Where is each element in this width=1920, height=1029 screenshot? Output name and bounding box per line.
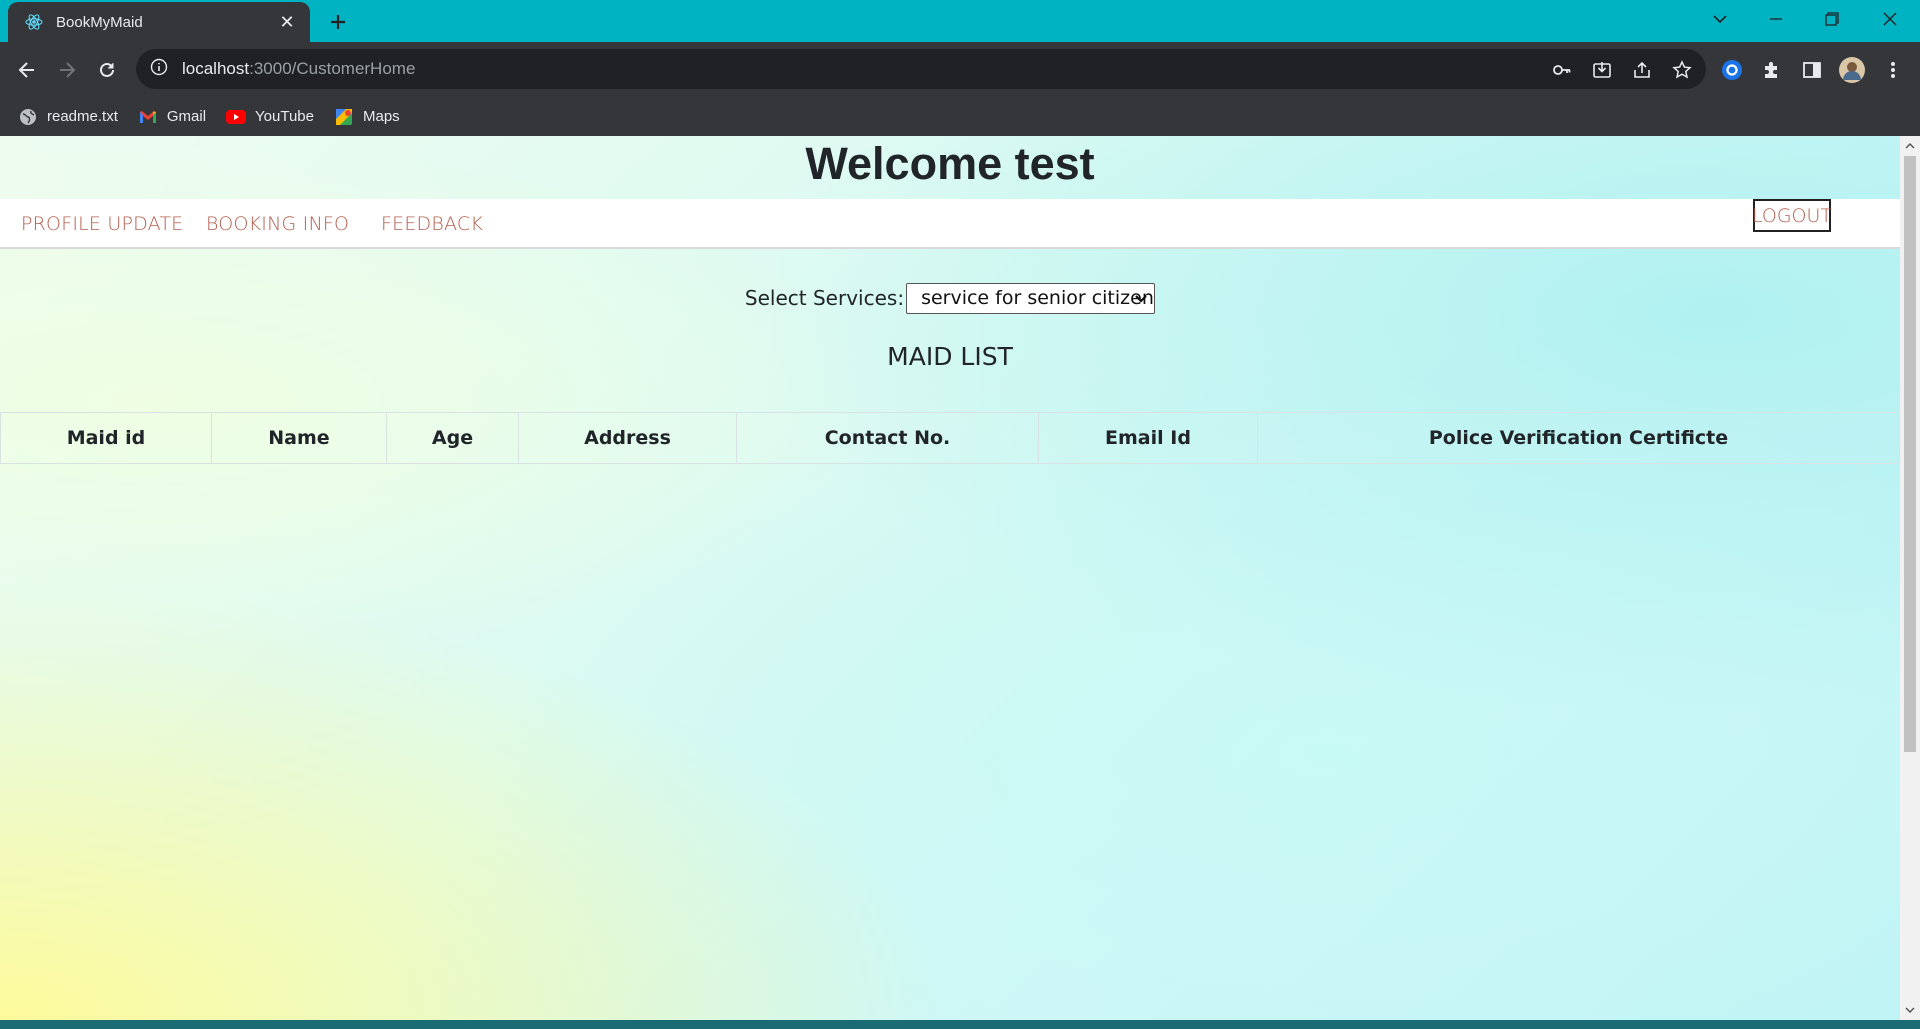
browser-titlebar: BookMyMaid ✕ [0,0,1920,42]
new-tab-button[interactable] [324,8,352,36]
restore-button[interactable] [1804,0,1860,38]
close-window-button[interactable] [1862,0,1918,38]
gmail-icon [138,107,158,127]
url-path: :3000/CustomerHome [249,59,416,78]
col-address: Address [518,412,737,464]
react-icon [24,12,44,32]
bookmark-star-icon[interactable] [1671,59,1693,81]
page-title: Welcome test [805,138,1095,189]
minimize-button[interactable] [1748,0,1804,38]
youtube-icon [226,107,247,127]
tab-title: BookMyMaid [56,13,143,31]
globe-icon [18,107,38,127]
main-navbar: PROFILE UPDATE BOOKING INFO FEEDBACK LOG… [0,199,1900,249]
key-icon[interactable] [1551,59,1573,81]
bookmark-label: Maps [363,108,400,125]
nav-booking-info[interactable]: BOOKING INFO [206,213,349,235]
share-icon[interactable] [1631,59,1653,81]
scroll-down-icon[interactable] [1900,1002,1920,1018]
col-police-verification: Police Verification Certificte [1257,412,1900,464]
page-scrollbar[interactable] [1900,136,1920,1020]
scroll-up-icon[interactable] [1900,138,1920,154]
bookmark-label: readme.txt [47,108,118,125]
tab-search-icon[interactable] [1692,0,1748,38]
browser-tab-active[interactable]: BookMyMaid ✕ [8,2,310,42]
maid-table: Maid id Name Age Address Contact No. Ema… [0,412,1900,464]
browser-menu-icon[interactable] [1880,57,1906,83]
services-selected-value: service for senior citizen [921,287,1154,309]
logout-button[interactable]: LOGOUT [1752,199,1832,232]
col-name: Name [211,412,387,464]
reload-icon[interactable] [90,53,124,87]
services-label: Select Services: [744,286,905,310]
extensions-puzzle-icon[interactable] [1759,57,1785,83]
tab-close-icon[interactable]: ✕ [276,11,298,33]
bookmark-label: Gmail [166,108,207,125]
nav-feedback[interactable]: FEEDBACK [381,213,483,235]
install-app-icon[interactable] [1591,59,1613,81]
forward-icon[interactable] [50,53,84,87]
extension-circle-icon[interactable] [1719,57,1745,83]
col-email: Email Id [1038,412,1258,464]
back-icon[interactable] [10,53,44,87]
site-info-icon[interactable] [150,58,168,81]
chevron-down-icon [1133,289,1149,309]
maps-icon [334,107,354,127]
page-viewport: Welcome test PROFILE UPDATE BOOKING INFO… [0,136,1900,1020]
url-host: localhost [182,59,250,78]
bookmark-gmail[interactable]: Gmail [138,107,206,127]
browser-toolbar: localhost:3000/CustomerHome [0,42,1920,97]
bookmark-maps[interactable]: Maps [334,107,400,127]
nav-profile-update[interactable]: PROFILE UPDATE [21,213,183,235]
table-header-row: Maid id Name Age Address Contact No. Ema… [0,412,1900,464]
col-age: Age [386,412,519,464]
bookmark-readme[interactable]: readme.txt [18,107,118,127]
bookmark-youtube[interactable]: YouTube [226,107,314,127]
bookmark-label: YouTube [255,108,314,125]
address-bar[interactable]: localhost:3000/CustomerHome [136,49,1706,89]
scrollbar-thumb[interactable] [1904,156,1916,752]
maid-list-heading: MAID LIST [887,342,1013,371]
side-panel-icon[interactable] [1799,57,1825,83]
os-taskbar [0,1020,1920,1029]
col-contact: Contact No. [736,412,1039,464]
bookmarks-bar: readme.txt Gmail YouTube Maps [0,97,1920,136]
col-maid-id: Maid id [0,412,212,464]
services-select[interactable]: service for senior citizen [906,282,1156,314]
service-selector-row: Select Services: service for senior citi… [0,282,1900,314]
profile-avatar[interactable] [1839,57,1865,83]
